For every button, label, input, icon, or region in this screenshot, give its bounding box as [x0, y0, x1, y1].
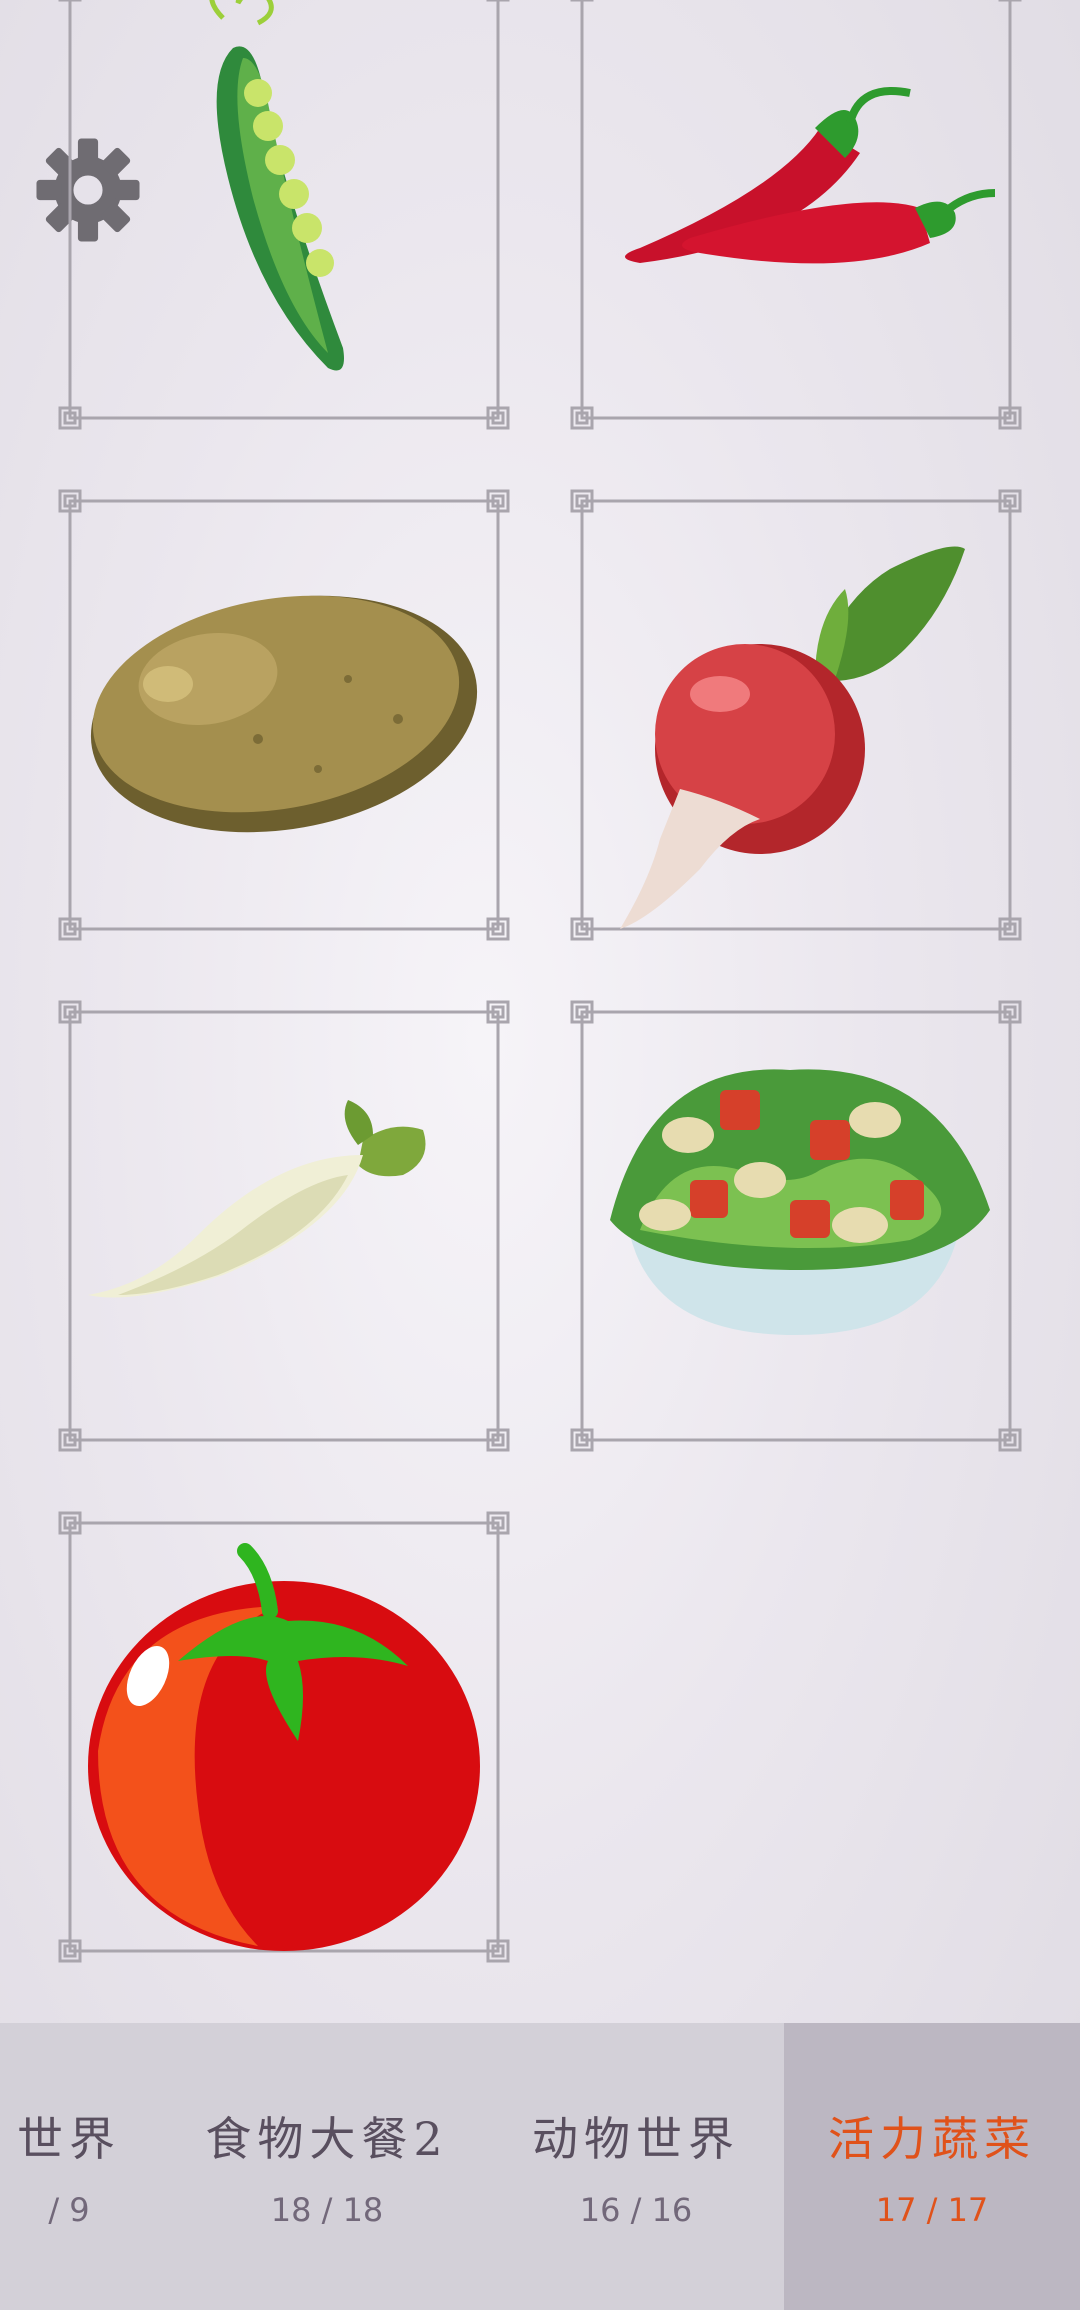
tab-label: 活力蔬菜 [828, 2112, 1036, 2166]
tab-count: 18 / 18 [270, 2191, 384, 2229]
card-salad[interactable] [570, 1000, 1022, 1452]
tab-count: 17 / 17 [875, 2191, 989, 2229]
card-tomato[interactable] [58, 1511, 510, 1963]
card-white-radish[interactable] [58, 1000, 510, 1452]
tab-food-feast-2[interactable]: 食物大餐2 18 / 18 [178, 2023, 476, 2310]
radish-icon [620, 546, 965, 929]
peas-icon [209, 0, 344, 371]
salad-bowl-icon [610, 1069, 990, 1335]
card-radish[interactable] [570, 489, 1022, 941]
tab-label: 食物大餐2 [205, 2112, 449, 2166]
tab-count: 16 / 16 [579, 2191, 693, 2229]
chili-peppers-icon [625, 87, 996, 264]
tab-vitality-vegetables[interactable]: 活力蔬菜 17 / 17 [784, 2023, 1080, 2310]
tab-count: / 9 [48, 2191, 90, 2229]
white-radish-icon [88, 1100, 426, 1298]
card-chili[interactable] [570, 0, 1022, 430]
category-tab-bar[interactable]: 世界 / 9 食物大餐2 18 / 18 动物世界 16 / 16 活力蔬菜 1… [0, 2023, 1080, 2310]
tab-label: 世界 [17, 2112, 121, 2166]
tomato-icon [88, 1543, 480, 1951]
potato-icon [90, 595, 478, 833]
card-potato[interactable] [58, 489, 510, 941]
tab-label: 动物世界 [532, 2112, 740, 2166]
tab-world[interactable]: 世界 / 9 [0, 2023, 178, 2310]
tab-animal-world[interactable]: 动物世界 16 / 16 [487, 2023, 785, 2310]
card-peas[interactable] [58, 0, 510, 430]
